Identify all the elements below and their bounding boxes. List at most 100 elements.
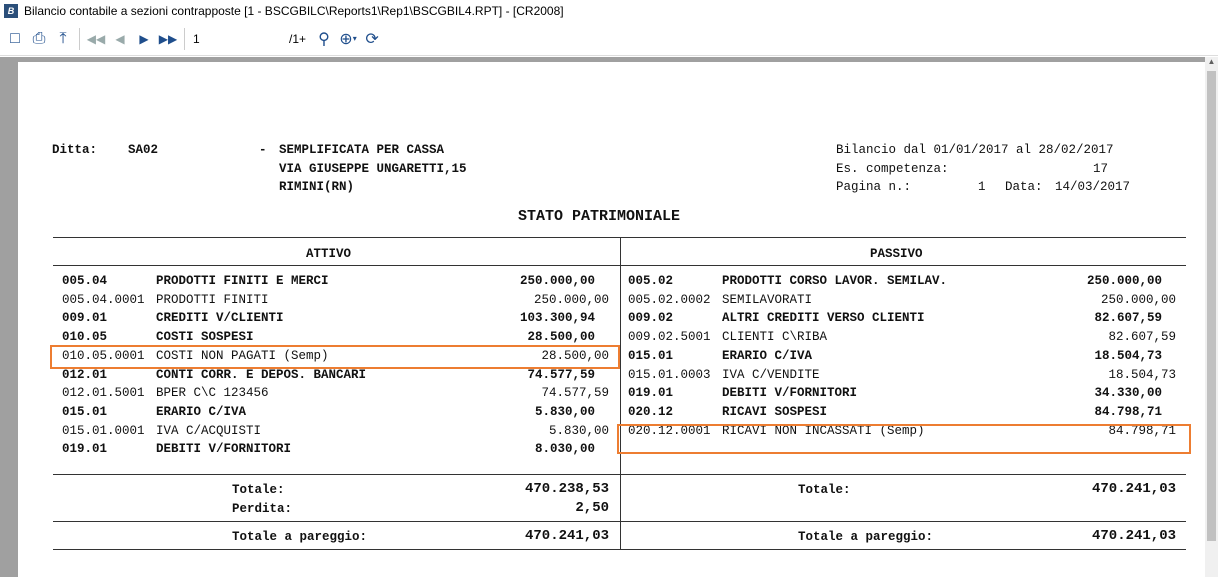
account-description: CLIENTI C\RIBA <box>722 330 828 345</box>
zoom-icon[interactable]: ⊕ ▾ <box>336 27 360 51</box>
account-code: 010.05 <box>62 330 108 345</box>
perdita-value: 2,50 <box>575 500 609 516</box>
account-code: 015.01.0003 <box>628 367 711 382</box>
perdita-label: Perdita: <box>232 502 293 516</box>
account-code: 005.02 <box>628 274 674 288</box>
passivo-pareggio-label: Totale a pareggio: <box>798 530 934 544</box>
competenza-value: 17 <box>1093 162 1109 176</box>
account-description: CREDITI V/CLIENTI <box>156 311 284 326</box>
page-value: 1 <box>978 180 986 194</box>
account-code: 012.01.5001 <box>62 386 145 401</box>
separator <box>79 27 80 50</box>
account-description: PRODOTTI FINITI E MERCI <box>156 274 329 288</box>
account-amount: 5.830,00 <box>534 404 595 419</box>
ditta-label: Ditta: <box>52 143 98 157</box>
first-page-icon[interactable]: ◀◀ <box>84 27 108 51</box>
export-icon[interactable]: ⤒ <box>51 27 75 51</box>
print-icon[interactable]: ⎙ <box>27 27 51 51</box>
divider <box>53 549 1186 550</box>
account-code: 005.04 <box>62 274 108 288</box>
account-amount: 8.030,00 <box>534 442 595 457</box>
account-description: CONTI CORR. E DEPOS. BANCARI <box>156 367 367 382</box>
account-description: DEBITI V/FORNITORI <box>156 442 292 457</box>
account-amount: 84.798,71 <box>1094 404 1162 419</box>
passivo-totale: 470.241,03 <box>1091 481 1176 497</box>
scroll-up-icon[interactable]: ▲ <box>1205 57 1218 70</box>
report-period: Bilancio dal 01/01/2017 al 28/02/2017 <box>836 143 1114 157</box>
search-icon[interactable]: ⚲ <box>312 27 336 51</box>
attivo-totale-label: Totale: <box>232 483 285 497</box>
column-divider <box>620 237 621 550</box>
account-code: 015.01 <box>62 404 108 419</box>
account-code: 009.02 <box>628 311 674 326</box>
account-amount: 103.300,94 <box>519 311 595 326</box>
account-amount: 18.504,73 <box>1094 348 1162 363</box>
account-amount: 250.000,00 <box>519 274 595 288</box>
account-description: SEMILAVORATI <box>722 292 813 307</box>
date-value: 14/03/2017 <box>1055 180 1131 194</box>
account-code: 019.01 <box>628 386 674 401</box>
page-label: Pagina n.: <box>836 180 912 194</box>
last-page-icon[interactable]: ▶▶ <box>156 27 180 51</box>
account-description: COSTI SOSPESI <box>156 330 254 345</box>
company-name: SEMPLIFICATA PER CASSA <box>279 143 445 157</box>
scrollbar-thumb[interactable] <box>1207 71 1216 541</box>
account-description: RICAVI SOSPESI <box>722 404 828 419</box>
account-code: 020.12 <box>628 404 674 419</box>
company-city: RIMINI(RN) <box>279 180 355 194</box>
divider <box>53 265 1186 266</box>
account-amount: 34.330,00 <box>1094 386 1162 401</box>
date-label: Data: <box>1005 180 1043 194</box>
ditta-code: SA02 <box>128 143 159 157</box>
title-bar: B Bilancio contabile a sezioni contrappo… <box>0 0 1218 22</box>
page-number-input[interactable] <box>189 27 289 50</box>
comment-icon[interactable]: □ <box>3 27 27 51</box>
dash: - <box>259 143 267 157</box>
divider <box>53 521 1186 522</box>
passivo-heading: PASSIVO <box>870 247 923 261</box>
account-amount: 250.000,00 <box>1086 274 1162 288</box>
account-description: IVA C/ACQUISTI <box>156 423 262 438</box>
refresh-icon[interactable]: ⟳ <box>360 27 384 51</box>
account-amount: 74.577,59 <box>541 386 609 401</box>
account-description: ERARIO C/IVA <box>156 404 247 419</box>
account-code: 015.01 <box>628 348 674 363</box>
account-code: 015.01.0001 <box>62 423 145 438</box>
page-count: /1+ <box>289 31 307 46</box>
window-title: Bilancio contabile a sezioni contrappost… <box>24 4 564 18</box>
account-amount: 82.607,59 <box>1108 330 1176 345</box>
highlight-box-attivo <box>50 345 620 369</box>
account-amount: 28.500,00 <box>527 330 595 345</box>
account-amount: 250.000,00 <box>533 292 609 307</box>
account-description: PRODOTTI CORSO LAVOR. SEMILAV. <box>722 274 948 288</box>
app-icon: B <box>4 4 18 18</box>
account-code: 019.01 <box>62 442 108 457</box>
attivo-totale: 470.238,53 <box>524 481 609 497</box>
separator <box>184 27 185 50</box>
previous-page-icon[interactable]: ◀ <box>108 27 132 51</box>
attivo-pareggio: 470.241,03 <box>524 528 609 544</box>
account-amount: 82.607,59 <box>1094 311 1162 326</box>
account-description: PRODOTTI FINITI <box>156 292 269 307</box>
account-amount: 18.504,73 <box>1108 367 1176 382</box>
company-address: VIA GIUSEPPE UNGARETTI,15 <box>279 162 467 176</box>
vertical-scrollbar[interactable]: ▲ <box>1205 57 1218 577</box>
toolbar: □ ⎙ ⤒ ◀◀ ◀ ▶ ▶▶ /1+ ⚲ ⊕▾ ⟳ <box>0 22 1218 56</box>
attivo-heading: ATTIVO <box>306 247 352 261</box>
report-title: STATO PATRIMONIALE <box>518 208 681 225</box>
account-code: 009.01 <box>62 311 108 326</box>
account-code: 012.01 <box>62 367 108 382</box>
attivo-pareggio-label: Totale a pareggio: <box>232 530 368 544</box>
account-description: ERARIO C/IVA <box>722 348 813 363</box>
next-page-icon[interactable]: ▶ <box>132 27 156 51</box>
passivo-totale-label: Totale: <box>798 483 851 497</box>
account-description: ALTRI CREDITI VERSO CLIENTI <box>722 311 925 326</box>
account-code: 005.02.0002 <box>628 292 711 307</box>
account-amount: 74.577,59 <box>527 367 595 382</box>
passivo-pareggio: 470.241,03 <box>1091 528 1176 544</box>
account-code: 009.02.5001 <box>628 330 711 345</box>
account-description: DEBITI V/FORNITORI <box>722 386 858 401</box>
account-amount: 5.830,00 <box>548 423 609 438</box>
account-amount: 250.000,00 <box>1100 292 1176 307</box>
highlight-box-passivo <box>617 424 1191 454</box>
